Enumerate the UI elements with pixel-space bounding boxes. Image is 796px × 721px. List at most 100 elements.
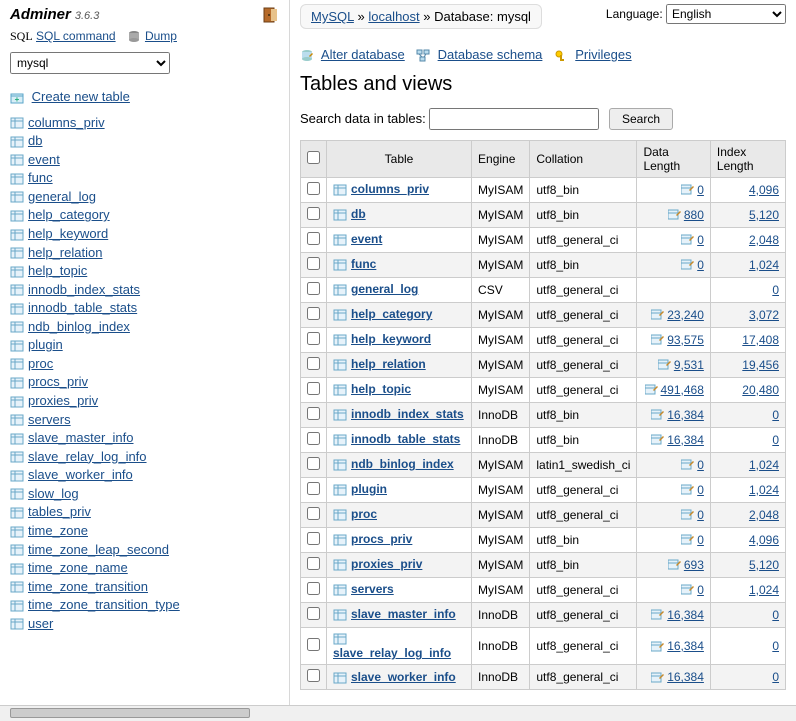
table-name-link[interactable]: func bbox=[351, 257, 376, 271]
horizontal-scrollbar[interactable] bbox=[0, 705, 796, 721]
sidebar-table-link[interactable]: tables_priv bbox=[28, 504, 91, 519]
index-length-link[interactable]: 1,024 bbox=[749, 583, 779, 597]
row-checkbox[interactable] bbox=[307, 507, 320, 520]
table-name-link[interactable]: slave_relay_log_info bbox=[333, 646, 451, 660]
index-length-link[interactable]: 1,024 bbox=[749, 258, 779, 272]
data-length-link[interactable]: 491,468 bbox=[661, 383, 704, 397]
sidebar-table-link[interactable]: help_topic bbox=[28, 263, 87, 278]
col-engine[interactable]: Engine bbox=[472, 140, 530, 177]
sidebar-table-link[interactable]: proxies_priv bbox=[28, 393, 98, 408]
sidebar-table-link[interactable]: event bbox=[28, 152, 60, 167]
row-checkbox[interactable] bbox=[307, 232, 320, 245]
sidebar-table-link[interactable]: columns_priv bbox=[28, 115, 105, 130]
col-collation[interactable]: Collation bbox=[530, 140, 637, 177]
index-length-link[interactable]: 1,024 bbox=[749, 458, 779, 472]
row-checkbox[interactable] bbox=[307, 357, 320, 370]
data-length-link[interactable]: 16,384 bbox=[667, 408, 704, 422]
index-length-link[interactable]: 5,120 bbox=[749, 208, 779, 222]
col-data-length[interactable]: Data Length bbox=[637, 140, 710, 177]
row-checkbox[interactable] bbox=[307, 638, 320, 651]
row-checkbox[interactable] bbox=[307, 257, 320, 270]
data-length-link[interactable]: 0 bbox=[697, 258, 704, 272]
database-schema-link[interactable]: Database schema bbox=[438, 47, 543, 62]
sidebar-table-link[interactable]: time_zone_leap_second bbox=[28, 542, 169, 557]
sidebar-table-link[interactable]: general_log bbox=[28, 189, 96, 204]
sidebar-table-link[interactable]: time_zone_name bbox=[28, 560, 128, 575]
table-name-link[interactable]: event bbox=[351, 232, 382, 246]
table-name-link[interactable]: servers bbox=[351, 582, 394, 596]
search-input[interactable] bbox=[429, 108, 599, 130]
row-checkbox[interactable] bbox=[307, 182, 320, 195]
table-name-link[interactable]: innodb_table_stats bbox=[351, 432, 460, 446]
index-length-link[interactable]: 0 bbox=[772, 433, 779, 447]
data-length-link[interactable]: 16,384 bbox=[667, 639, 704, 653]
table-name-link[interactable]: proxies_priv bbox=[351, 557, 422, 571]
col-table[interactable]: Table bbox=[327, 140, 472, 177]
row-checkbox[interactable] bbox=[307, 607, 320, 620]
sidebar-table-link[interactable]: innodb_table_stats bbox=[28, 300, 137, 315]
table-name-link[interactable]: help_category bbox=[351, 307, 432, 321]
table-name-link[interactable]: proc bbox=[351, 507, 377, 521]
language-select[interactable]: English bbox=[666, 4, 786, 24]
database-select[interactable]: mysql bbox=[10, 52, 170, 74]
row-checkbox[interactable] bbox=[307, 457, 320, 470]
sidebar-table-link[interactable]: user bbox=[28, 616, 53, 631]
table-name-link[interactable]: columns_priv bbox=[351, 182, 429, 196]
index-length-link[interactable]: 4,096 bbox=[749, 533, 779, 547]
data-length-link[interactable]: 0 bbox=[697, 233, 704, 247]
sidebar-table-link[interactable]: innodb_index_stats bbox=[28, 282, 140, 297]
sidebar-table-link[interactable]: help_keyword bbox=[28, 226, 108, 241]
sidebar-table-link[interactable]: help_relation bbox=[28, 245, 102, 260]
table-name-link[interactable]: help_topic bbox=[351, 382, 411, 396]
index-length-link[interactable]: 1,024 bbox=[749, 483, 779, 497]
data-length-link[interactable]: 693 bbox=[684, 558, 704, 572]
sidebar-table-link[interactable]: func bbox=[28, 170, 53, 185]
data-length-link[interactable]: 0 bbox=[697, 533, 704, 547]
breadcrumb-host[interactable]: localhost bbox=[368, 9, 419, 24]
table-name-link[interactable]: ndb_binlog_index bbox=[351, 457, 454, 471]
sidebar-table-link[interactable]: proc bbox=[28, 356, 53, 371]
table-name-link[interactable]: slave_master_info bbox=[351, 607, 456, 621]
row-checkbox[interactable] bbox=[307, 307, 320, 320]
sidebar-table-link[interactable]: slave_worker_info bbox=[28, 467, 133, 482]
sidebar-table-link[interactable]: slave_master_info bbox=[28, 430, 134, 445]
row-checkbox[interactable] bbox=[307, 669, 320, 682]
sidebar-table-link[interactable]: time_zone bbox=[28, 523, 88, 538]
col-index-length[interactable]: Index Length bbox=[710, 140, 785, 177]
index-length-link[interactable]: 17,408 bbox=[742, 333, 779, 347]
index-length-link[interactable]: 3,072 bbox=[749, 308, 779, 322]
index-length-link[interactable]: 4,096 bbox=[749, 183, 779, 197]
search-button[interactable]: Search bbox=[609, 108, 673, 130]
data-length-link[interactable]: 16,384 bbox=[667, 608, 704, 622]
index-length-link[interactable]: 5,120 bbox=[749, 558, 779, 572]
select-all-checkbox[interactable] bbox=[307, 151, 320, 164]
table-name-link[interactable]: slave_worker_info bbox=[351, 670, 456, 684]
index-length-link[interactable]: 0 bbox=[772, 408, 779, 422]
sql-command-link[interactable]: SQL command bbox=[36, 29, 116, 43]
sidebar-table-link[interactable]: time_zone_transition bbox=[28, 579, 148, 594]
privileges-link[interactable]: Privileges bbox=[575, 47, 631, 62]
data-length-link[interactable]: 0 bbox=[697, 483, 704, 497]
table-name-link[interactable]: help_relation bbox=[351, 357, 426, 371]
sidebar-table-link[interactable]: plugin bbox=[28, 337, 63, 352]
table-name-link[interactable]: help_keyword bbox=[351, 332, 431, 346]
sidebar-table-link[interactable]: servers bbox=[28, 412, 71, 427]
table-name-link[interactable]: procs_priv bbox=[351, 532, 412, 546]
data-length-link[interactable]: 0 bbox=[697, 508, 704, 522]
data-length-link[interactable]: 23,240 bbox=[667, 308, 704, 322]
row-checkbox[interactable] bbox=[307, 432, 320, 445]
data-length-link[interactable]: 9,531 bbox=[674, 358, 704, 372]
data-length-link[interactable]: 0 bbox=[697, 183, 704, 197]
index-length-link[interactable]: 0 bbox=[772, 608, 779, 622]
row-checkbox[interactable] bbox=[307, 382, 320, 395]
index-length-link[interactable]: 0 bbox=[772, 283, 779, 297]
sidebar-table-link[interactable]: help_category bbox=[28, 207, 110, 222]
sidebar-table-link[interactable]: slave_relay_log_info bbox=[28, 449, 147, 464]
row-checkbox[interactable] bbox=[307, 482, 320, 495]
table-name-link[interactable]: general_log bbox=[351, 282, 418, 296]
table-name-link[interactable]: db bbox=[351, 207, 366, 221]
index-length-link[interactable]: 2,048 bbox=[749, 508, 779, 522]
alter-database-link[interactable]: Alter database bbox=[321, 47, 405, 62]
dump-link[interactable]: Dump bbox=[145, 29, 177, 43]
index-length-link[interactable]: 0 bbox=[772, 670, 779, 684]
